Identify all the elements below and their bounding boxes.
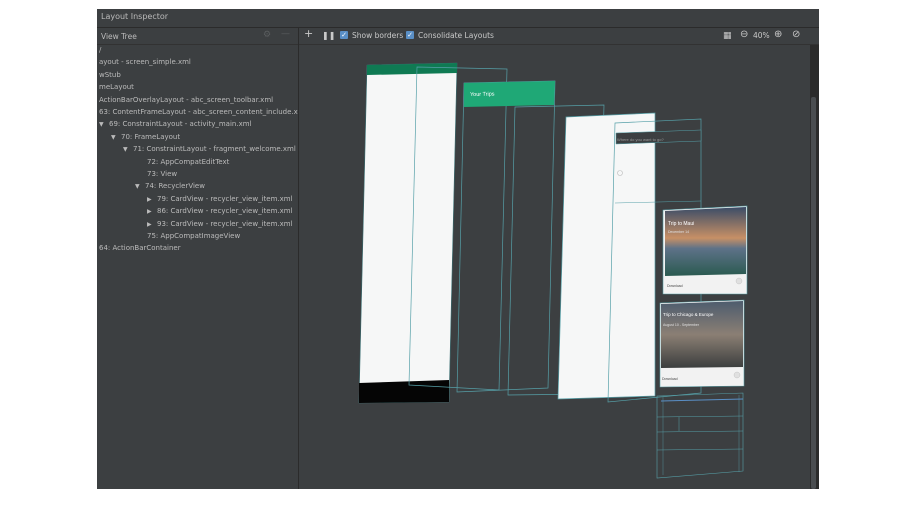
reset-view-icon[interactable]: ⊘: [792, 29, 800, 41]
inspector-toolbar: + ❚❚ ✓ Show borders ✓ Consolidate Layout…: [299, 28, 819, 45]
tree-item[interactable]: 72: AppCompatEditText: [147, 156, 229, 168]
tree-item[interactable]: ▶ 93: CardView - recycler_view_item.xml: [147, 218, 293, 230]
expand-arrow-icon[interactable]: ▼: [99, 119, 109, 131]
card-view-1[interactable]: Trip to Maui December 14 Download: [662, 205, 748, 295]
tree-item[interactable]: wStub: [99, 69, 121, 81]
tree-item-label: 69: ConstraintLayout - activity_main.xml: [109, 120, 252, 129]
window-titlebar: Layout Inspector: [97, 9, 819, 28]
tree-item[interactable]: 63: ContentFrameLayout - abc_screen_cont…: [99, 106, 299, 118]
card-1-action: Download: [667, 284, 683, 288]
expand-arrow-icon[interactable]: ▼: [135, 181, 145, 193]
tree-item[interactable]: 75: AppCompatImageView: [147, 230, 240, 242]
pause-icon[interactable]: ❚❚: [322, 30, 335, 42]
view-tree-title: View Tree: [101, 32, 137, 41]
fit-screen-icon[interactable]: ▦: [723, 30, 732, 42]
tree-item[interactable]: ActionBarOverlayLayout - abc_screen_tool…: [99, 94, 273, 106]
tree-item[interactable]: /: [99, 44, 101, 56]
expand-arrow-icon[interactable]: ▼: [111, 132, 121, 144]
app-bar-title: Your Trips: [470, 92, 495, 98]
card-view-3[interactable]: [656, 392, 744, 479]
card-2-toggle[interactable]: [733, 371, 741, 379]
card-1-title: Trip to Maui: [668, 221, 694, 227]
window-title: Layout Inspector: [101, 12, 169, 21]
tree-item[interactable]: ▼ 74: RecyclerView: [135, 180, 205, 192]
search-hint: Where do you want to go?: [617, 137, 664, 142]
tree-item-label: /: [99, 46, 102, 54]
card-2-title: Trip to Chicago & Europe: [663, 312, 714, 317]
collapse-arrow-icon[interactable]: ▶: [147, 219, 157, 231]
tree-item[interactable]: ▶ 79: CardView - recycler_view_item.xml: [147, 193, 293, 205]
tree-item[interactable]: ▼ 70: FrameLayout: [111, 131, 180, 143]
tree-item-label: 64: ActionBarContainer: [99, 244, 181, 253]
tree-item-label: 73: View: [147, 170, 178, 178]
layer-decor-view[interactable]: [358, 62, 458, 404]
vertical-scrollbar[interactable]: [811, 97, 816, 489]
view-tree: / ayout - screen_simple.xml wStub meLayout A…: [97, 44, 299, 464]
expand-arrow-icon[interactable]: ▼: [123, 144, 133, 156]
minimize-icon[interactable]: —: [281, 29, 290, 39]
card-2-action: Download: [662, 377, 678, 381]
consolidate-layouts-label[interactable]: Consolidate Layouts: [418, 31, 494, 41]
layer-content-frame[interactable]: Your Trips: [456, 80, 556, 393]
zoom-level: 40%: [753, 31, 770, 40]
view-tree-header: View Tree ⚙ —: [97, 28, 298, 45]
tree-item-label: 79: CardView - recycler_view_item.xml: [157, 194, 293, 203]
tree-item[interactable]: ayout - screen_simple.xml: [99, 56, 191, 68]
tree-item[interactable]: ▶ 86: CardView - recycler_view_item.xml: [147, 205, 293, 217]
card-1-image: [665, 207, 746, 276]
tree-item[interactable]: ▼ 69: ConstraintLayout - activity_main.xm…: [99, 118, 251, 130]
card-view-2[interactable]: Trip to Chicago & Europe August 10 - Sep…: [659, 299, 745, 388]
consolidate-layouts-checkbox[interactable]: ✓: [406, 31, 414, 39]
tree-item-label: 74: RecyclerView: [145, 182, 205, 191]
tree-item-label: 71: ConstraintLayout - fragment_welcome.…: [133, 145, 296, 154]
zoom-in-icon[interactable]: ⊕: [774, 29, 782, 41]
tree-item-label: 93: CardView - recycler_view_item.xml: [157, 219, 293, 228]
tree-item[interactable]: 73: View: [147, 168, 177, 180]
tree-item-label: 63: ContentFrameLayout - abc_screen_cont…: [99, 108, 299, 116]
gear-icon[interactable]: ⚙: [263, 30, 271, 40]
show-borders-label[interactable]: Show borders: [352, 31, 403, 41]
layout-3d-canvas[interactable]: Your Trips Where do you want to go? Trip…: [299, 45, 810, 489]
add-icon[interactable]: +: [304, 28, 313, 40]
view-tree-panel: View Tree ⚙ — / ayout - screen_simple.xml…: [97, 28, 299, 489]
tree-item-label: ayout - screen_simple.xml: [99, 58, 191, 67]
tree-item-label: 70: FrameLayout: [121, 132, 181, 141]
tree-item-label: 72: AppCompatEditText: [147, 157, 230, 166]
tree-item[interactable]: ▼ 71: ConstraintLayout - fragment_welcome…: [123, 143, 296, 155]
tree-item-label: ActionBarOverlayLayout - abc_screen_tool…: [99, 95, 274, 104]
tree-item[interactable]: meLayout: [99, 81, 134, 93]
tree-item-label: wStub: [99, 70, 121, 79]
show-borders-checkbox[interactable]: ✓: [340, 31, 348, 39]
layer-fragment-welcome[interactable]: [557, 112, 656, 400]
tree-item-label: meLayout: [99, 83, 134, 92]
card-2-subtitle: August 10 - September: [663, 323, 700, 327]
layout-inspector-window: Layout Inspector View Tree ⚙ — / ayout - …: [97, 9, 819, 489]
collapse-arrow-icon[interactable]: ▶: [147, 194, 157, 206]
tree-item[interactable]: 64: ActionBarContainer: [99, 242, 181, 254]
card-1-toggle[interactable]: [735, 277, 743, 285]
collapse-arrow-icon[interactable]: ▶: [147, 206, 157, 218]
tree-item-label: 75: AppCompatImageView: [147, 232, 241, 240]
card-1-subtitle: December 14: [668, 230, 689, 234]
zoom-out-icon[interactable]: ⊖: [740, 29, 748, 41]
tree-item-label: 86: CardView - recycler_view_item.xml: [157, 207, 293, 216]
